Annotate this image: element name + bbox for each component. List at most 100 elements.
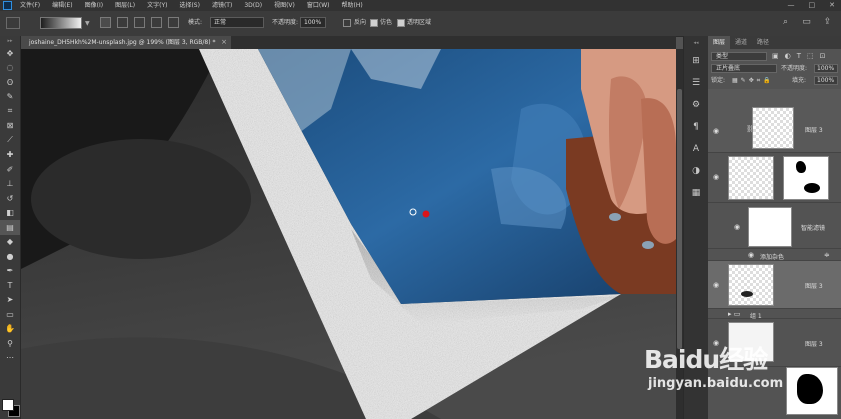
lasso-tool-icon[interactable]: ʘ: [0, 75, 20, 90]
frame-tool-icon[interactable]: ⊠: [0, 119, 20, 134]
dither-checkbox[interactable]: [370, 19, 378, 27]
close-icon[interactable]: ×: [221, 36, 227, 49]
color-panel-icon[interactable]: ◑: [684, 160, 708, 182]
filter-effect-row[interactable]: ◉ 添加杂色 ≑: [708, 249, 841, 261]
hand-tool-icon[interactable]: ✋: [0, 322, 20, 337]
document-tab[interactable]: joshaine_DH5Hkh%2M-unsplash.jpg @ 199% (…: [21, 36, 231, 49]
reflected-gradient-button[interactable]: [151, 17, 162, 28]
path-select-tool-icon[interactable]: ➤: [0, 293, 20, 308]
eye-icon[interactable]: ◉: [734, 223, 740, 231]
close-button[interactable]: ✕: [829, 0, 835, 11]
marquee-tool-icon[interactable]: ◌: [0, 61, 20, 76]
more-tools-icon[interactable]: ⋯: [0, 351, 20, 366]
reverse-checkbox[interactable]: [343, 19, 351, 27]
layer-row-smart-object[interactable]: ◉: [708, 153, 841, 203]
tab-paths[interactable]: 路径: [752, 36, 774, 49]
gradient-editor-swatch[interactable]: [40, 17, 82, 29]
opacity-field[interactable]: 100%: [300, 17, 326, 28]
eye-icon[interactable]: ◉: [713, 127, 719, 135]
pen-tool-icon[interactable]: ✒: [0, 264, 20, 279]
eye-icon[interactable]: ◉: [713, 173, 719, 181]
linear-gradient-button[interactable]: [100, 17, 111, 28]
foreground-color-swatch[interactable]: [2, 399, 14, 411]
zoom-tool-icon[interactable]: ⚲: [0, 336, 20, 351]
menu-filter[interactable]: 滤镜(T): [212, 0, 232, 11]
adjustments-panel-icon[interactable]: ☰: [684, 72, 708, 94]
type-filter-icon[interactable]: T: [797, 52, 801, 61]
menu-view[interactable]: 视图(V): [274, 0, 295, 11]
menu-bar: 文件(F) 编辑(E) 图像(I) 图层(L) 文字(Y) 选择(S) 滤镜(T…: [0, 0, 841, 11]
diamond-gradient-button[interactable]: [168, 17, 179, 28]
layer-row[interactable]: ◉ ⛓ 图层 3: [708, 89, 841, 153]
eraser-tool-icon[interactable]: ◧: [0, 206, 20, 221]
strip-grip[interactable]: ◂◂: [684, 36, 708, 50]
history-panel-icon[interactable]: ⊞: [684, 50, 708, 72]
tab-layers[interactable]: 图层: [708, 36, 731, 49]
eye-icon[interactable]: ◉: [748, 251, 754, 259]
crop-tool-icon[interactable]: ⌗: [0, 104, 20, 119]
scrollbar-thumb[interactable]: [677, 89, 682, 349]
angle-gradient-button[interactable]: [134, 17, 145, 28]
clone-stamp-tool-icon[interactable]: ⊥: [0, 177, 20, 192]
document-canvas[interactable]: [21, 49, 676, 419]
share-icon[interactable]: ⇪: [822, 17, 833, 28]
menu-window[interactable]: 窗口(W): [307, 0, 330, 11]
search-icon[interactable]: ⌕: [780, 17, 791, 28]
filter-options-icon[interactable]: ≑: [824, 251, 830, 259]
maximize-button[interactable]: □: [809, 0, 816, 11]
radial-gradient-button[interactable]: [117, 17, 128, 28]
menu-type[interactable]: 文字(Y): [147, 0, 167, 11]
brush-tool-icon[interactable]: ✐: [0, 162, 20, 177]
menu-help[interactable]: 帮助(H): [342, 0, 363, 11]
color-swatches[interactable]: [2, 399, 20, 417]
type-tool-icon[interactable]: T: [0, 278, 20, 293]
smart-object-filter-icon[interactable]: ⊡: [820, 52, 826, 61]
menu-file[interactable]: 文件(F): [20, 0, 40, 11]
blur-tool-icon[interactable]: ◆: [0, 235, 20, 250]
canvas-artwork: [21, 49, 676, 419]
adjustment-filter-icon[interactable]: ◐: [785, 52, 791, 61]
opacity-label: 不透明度:: [272, 19, 299, 26]
eyedropper-tool-icon[interactable]: ⟋: [0, 133, 20, 148]
move-tool-icon[interactable]: ✥: [0, 46, 20, 61]
eye-icon[interactable]: ◉: [713, 281, 719, 289]
menu-3d[interactable]: 3D(D): [244, 0, 262, 11]
fill-field[interactable]: 100%: [814, 76, 838, 85]
workspace-icon[interactable]: ▭: [801, 17, 812, 28]
gradient-tool-icon[interactable]: ▤: [0, 220, 20, 235]
menu-image[interactable]: 图像(I): [85, 0, 103, 11]
menu-layer[interactable]: 图层(L): [115, 0, 135, 11]
character-panel-icon[interactable]: A: [684, 138, 708, 160]
quick-select-tool-icon[interactable]: ✎: [0, 90, 20, 105]
mode-select[interactable]: 正常: [210, 17, 264, 28]
options-bar: ▼ 模式: 正常 不透明度: 100% 反向 仿色 透明区域 ⌕ ▭ ⇪: [0, 11, 841, 37]
layer-row-selected[interactable]: ◉ 图层 3: [708, 261, 841, 309]
blend-mode-select[interactable]: 正片叠底: [711, 64, 777, 73]
history-brush-tool-icon[interactable]: ↺: [0, 191, 20, 206]
dodge-tool-icon[interactable]: ●: [0, 249, 20, 264]
add-noise-label: 添加杂色: [760, 254, 785, 261]
shape-filter-icon[interactable]: ⬚: [807, 52, 814, 61]
smart-filters-row[interactable]: ◉ 智能滤镜: [708, 203, 841, 249]
rectangle-tool-icon[interactable]: ▭: [0, 307, 20, 322]
transparency-checkbox[interactable]: [397, 19, 405, 27]
reverse-label: 反向: [354, 19, 367, 26]
healing-brush-tool-icon[interactable]: ✚: [0, 148, 20, 163]
layer-name: 图层 3: [805, 283, 823, 290]
toolbar-grip[interactable]: ▸▸: [0, 36, 20, 46]
mode-label: 模式:: [188, 19, 203, 26]
swatches-panel-icon[interactable]: ▦: [684, 182, 708, 204]
menu-edit[interactable]: 编辑(E): [52, 0, 72, 11]
group-row[interactable]: ▸ ▭ 组 1: [708, 309, 841, 320]
layer-opacity-field[interactable]: 100%: [814, 64, 838, 73]
paragraph-panel-icon[interactable]: ¶: [684, 116, 708, 138]
lock-icons[interactable]: ▦✎✥⌗🔒: [732, 76, 774, 85]
tool-preset-button[interactable]: [6, 17, 20, 29]
minimize-button[interactable]: —: [788, 0, 795, 11]
menu-select[interactable]: 选择(S): [179, 0, 200, 11]
tab-channels[interactable]: 通道: [730, 36, 752, 49]
properties-panel-icon[interactable]: ⚙: [684, 94, 708, 116]
layer-filter-select[interactable]: 类型: [711, 52, 767, 61]
image-filter-icon[interactable]: ▣: [772, 52, 779, 61]
chevron-down-icon[interactable]: ▼: [85, 20, 90, 27]
